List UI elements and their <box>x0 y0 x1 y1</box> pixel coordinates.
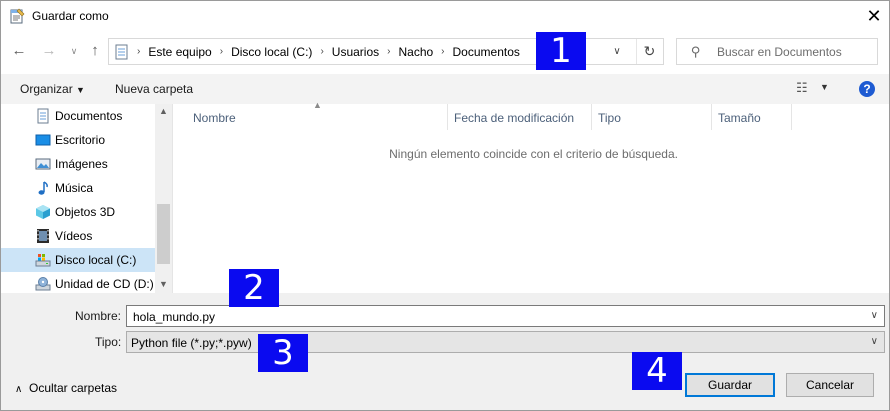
close-icon[interactable]: ✕ <box>859 4 889 28</box>
nav-item-label: Escritorio <box>55 133 106 147</box>
column-header-label: Nombre <box>193 111 236 125</box>
nav-item-disco-local[interactable]: Disco local (C:) <box>1 248 155 272</box>
callout-4: 4 <box>632 352 682 390</box>
videos-icon <box>37 229 49 243</box>
search-box[interactable]: ⚲ Buscar en Documentos <box>676 38 878 65</box>
new-folder-button[interactable]: Nueva carpeta <box>115 82 193 96</box>
recent-locations-chevron-icon[interactable]: ∨ <box>64 41 84 61</box>
notepad-icon <box>10 8 25 24</box>
nav-item-label: Música <box>55 181 94 195</box>
callout-1: 1 <box>536 32 586 70</box>
refresh-icon[interactable]: ↻ <box>636 39 662 64</box>
cancel-button[interactable]: Cancelar <box>786 373 874 397</box>
scrollbar-thumb[interactable] <box>157 204 170 264</box>
search-input[interactable]: Buscar en Documentos <box>717 45 842 59</box>
nav-item-label: Unidad de CD (D:) ( <box>55 277 162 291</box>
nav-item-videos[interactable]: Vídeos <box>1 224 155 248</box>
up-arrow-icon[interactable]: ↑ <box>85 41 105 61</box>
file-type-label: Tipo: <box>95 335 122 349</box>
chevron-down-icon[interactable]: ∨ <box>871 336 878 347</box>
breadcrumb: › Este equipo › Disco local (C:) › Usuar… <box>115 39 520 64</box>
objects-3d-icon <box>36 205 50 219</box>
organize-label: Organizar <box>20 82 73 96</box>
local-disk-icon <box>35 254 51 267</box>
save-form: Nombre: hola_mundo.py ∨ Tipo: Python fil… <box>1 293 889 410</box>
file-type-select[interactable]: Python file (*.py;*.pyw) ∨ <box>126 331 885 353</box>
nav-item-documentos[interactable]: Documentos <box>1 104 155 128</box>
breadcrumb-separator-icon: › <box>387 46 391 57</box>
nav-item-label: Disco local (C:) <box>55 253 137 267</box>
forward-arrow-icon[interactable]: → <box>39 41 59 61</box>
nav-item-objetos-3d[interactable]: Objetos 3D <box>1 200 155 224</box>
navigation-pane: Documentos Escritorio Imágenes Música Ob… <box>1 104 173 293</box>
pictures-icon <box>35 158 51 170</box>
save-as-dialog: Guardar como ✕ ← → ∨ ↑ › Este equipo › D… <box>0 0 890 411</box>
column-header-label: Tamaño <box>718 111 761 125</box>
breadcrumb-usuarios[interactable]: Usuarios <box>332 45 379 59</box>
nav-item-label: Documentos <box>55 109 123 123</box>
music-icon <box>38 181 48 195</box>
nav-item-musica[interactable]: Música <box>1 176 155 200</box>
address-dropdown-icon[interactable]: ∨ <box>606 39 628 64</box>
search-icon: ⚲ <box>691 44 701 59</box>
nav-item-label: Objetos 3D <box>55 205 116 219</box>
breadcrumb-separator-icon: › <box>137 46 141 57</box>
breadcrumb-separator-icon: › <box>320 46 324 57</box>
breadcrumb-documentos[interactable]: Documentos <box>453 45 520 59</box>
column-header-label: Tipo <box>598 111 621 125</box>
window-title: Guardar como <box>32 9 109 23</box>
documents-folder-icon <box>115 44 128 59</box>
nav-item-label: Vídeos <box>55 229 93 243</box>
file-list: ▲ Nombre Fecha de modificación Tipo Tama… <box>173 100 889 293</box>
breadcrumb-separator-icon: › <box>441 46 445 57</box>
save-button[interactable]: Guardar <box>685 373 775 397</box>
file-name-label: Nombre: <box>75 309 122 323</box>
scroll-down-icon[interactable]: ▼ <box>155 279 172 289</box>
view-options-icon[interactable]: ☷ <box>796 80 808 96</box>
column-header-fecha[interactable]: Fecha de modificación <box>448 104 592 130</box>
column-header-nombre[interactable]: ▲ Nombre <box>173 100 448 130</box>
scroll-up-icon[interactable]: ▲ <box>155 106 172 116</box>
file-type-value: Python file (*.py;*.pyw) <box>131 336 252 350</box>
organize-button[interactable]: Organizar ▼ <box>20 82 85 96</box>
breadcrumb-disco-local[interactable]: Disco local (C:) <box>231 45 312 59</box>
chevron-up-icon: ∧ <box>15 384 23 395</box>
file-name-value: hola_mundo.py <box>133 310 216 324</box>
column-header-label: Fecha de modificación <box>454 111 575 125</box>
breadcrumb-separator-icon: › <box>219 46 224 57</box>
column-header-tamano[interactable]: Tamaño <box>712 104 792 130</box>
help-button[interactable]: ? <box>859 81 875 97</box>
file-name-field[interactable]: hola_mundo.py ∨ <box>126 305 885 327</box>
nav-item-label: Imágenes <box>55 157 108 171</box>
callout-2: 2 <box>229 269 279 307</box>
command-bar: Organizar ▼ Nueva carpeta ☷ ▼ ? <box>1 74 889 104</box>
documents-icon <box>37 108 49 124</box>
desktop-icon <box>35 134 51 146</box>
nav-item-imagenes[interactable]: Imágenes <box>1 152 155 176</box>
view-dropdown-chevron-icon[interactable]: ▼ <box>820 82 829 92</box>
back-arrow-icon[interactable]: ← <box>9 41 29 61</box>
breadcrumb-este-equipo[interactable]: Este equipo <box>148 45 211 59</box>
nav-pane-scrollbar[interactable]: ▲ ▼ <box>155 104 172 293</box>
chevron-down-icon[interactable]: ∨ <box>871 310 878 321</box>
empty-message: Ningún elemento coincide con el criterio… <box>389 147 678 161</box>
breadcrumb-nacho[interactable]: Nacho <box>398 45 433 59</box>
hide-folders-button[interactable]: ∧ Ocultar carpetas <box>15 381 117 395</box>
callout-3: 3 <box>258 334 308 372</box>
cd-drive-icon <box>35 277 51 291</box>
hide-folders-label: Ocultar carpetas <box>29 381 118 395</box>
chevron-down-icon: ▼ <box>76 85 85 95</box>
title-bar: Guardar como ✕ <box>1 1 889 32</box>
nav-item-escritorio[interactable]: Escritorio <box>1 128 155 152</box>
column-header-tipo[interactable]: Tipo <box>592 104 712 130</box>
sort-ascending-icon: ▲ <box>313 100 322 110</box>
